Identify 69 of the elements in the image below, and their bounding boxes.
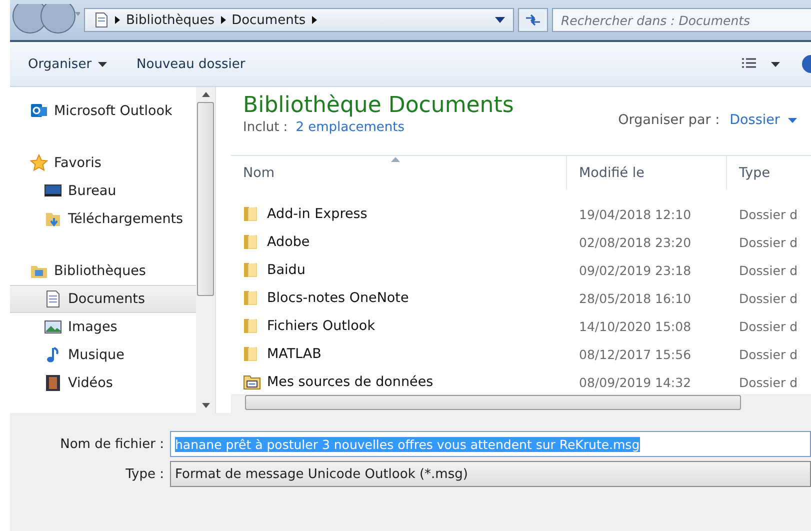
- table-cell-text: Dossier d: [738, 346, 799, 362]
- data-folder-icon: [243, 373, 261, 391]
- table-cell-text: Dossier d: [738, 374, 799, 390]
- file-name[interactable]: MATLAB: [267, 346, 322, 362]
- scroll-down-icon[interactable]: [202, 403, 210, 408]
- sidebar-item[interactable]: Bureau: [10, 177, 196, 205]
- file-name[interactable]: Add-in Express: [267, 206, 368, 222]
- table-cell-text: 08/09/2019 14:32: [578, 374, 692, 390]
- column-header[interactable]: Type: [727, 156, 811, 190]
- chevron-icon: [115, 16, 120, 24]
- scroll-up-icon[interactable]: [202, 92, 210, 97]
- arrange-dropdown[interactable]: Dossier: [730, 112, 811, 128]
- table-cell-text: 08/12/2017 15:56: [578, 346, 692, 362]
- sidebar-item[interactable]: Téléchargements: [10, 205, 196, 233]
- locations-link[interactable]: 2 emplacements: [296, 120, 404, 135]
- chevron-icon: [312, 16, 317, 24]
- file-name[interactable]: Fichiers Outlook: [267, 318, 376, 334]
- table-cell-text: Dossier d: [738, 290, 799, 306]
- file-type-dropdown[interactable]: Format de message Unicode Outlook (*.msg): [170, 461, 811, 487]
- table-cell-text: 28/05/2018 16:10: [578, 290, 692, 306]
- search-field[interactable]: Rechercher dans : Documents: [552, 8, 811, 32]
- sidebar-item[interactable]: Microsoft Outlook: [10, 97, 196, 125]
- document-icon: [44, 290, 62, 308]
- table-cell-text: 19/04/2018 12:10: [578, 206, 692, 222]
- includes-label: Inclut :: [243, 120, 288, 135]
- arrange-label: Organiser par :: [618, 112, 720, 128]
- table-cell-text: 02/08/2018 23:20: [578, 234, 692, 250]
- file-name[interactable]: Baidu: [267, 262, 306, 278]
- star-icon: [30, 154, 48, 172]
- table-cell-text: 14/10/2020 15:08: [578, 318, 692, 334]
- sidebar-item[interactable]: Favoris: [10, 149, 196, 177]
- document-icon: [93, 12, 109, 28]
- caret-icon: [788, 118, 797, 122]
- download-folder-icon: [44, 210, 62, 228]
- file-name-label: Nom de fichier :: [59, 436, 164, 452]
- file-type-label: Type :: [124, 466, 164, 482]
- file-name[interactable]: Adobe: [267, 234, 310, 250]
- address-bar[interactable]: Bibliothèques Documents: [84, 8, 514, 32]
- caret-icon: [771, 62, 780, 66]
- file-name[interactable]: Blocs-notes OneNote: [267, 290, 409, 306]
- table-cell-text: Dossier d: [738, 262, 799, 278]
- scrollbar[interactable]: [231, 394, 811, 413]
- refresh-icon[interactable]: [518, 8, 548, 32]
- sidebar-item[interactable]: Documents: [10, 285, 196, 313]
- sidebar-item[interactable]: Musique: [10, 341, 196, 369]
- column-header[interactable]: Nom: [231, 156, 567, 190]
- outlook-icon: [30, 102, 48, 120]
- help-icon: [802, 54, 811, 74]
- table-cell-text: Dossier d: [738, 234, 799, 250]
- new-folder-button[interactable]: Nouveau dossier: [128, 52, 254, 76]
- chevron-icon: [220, 16, 226, 24]
- image-icon: [44, 318, 62, 336]
- sort-arrow-icon: [391, 157, 400, 162]
- back-forward-icon[interactable]: [10, 4, 80, 36]
- breadcrumb[interactable]: Bibliothèques: [126, 12, 215, 28]
- file-name[interactable]: Mes sources de données: [267, 374, 434, 390]
- organize-menu-button[interactable]: Organiser: [20, 52, 115, 76]
- sidebar-item[interactable]: Images: [10, 313, 196, 341]
- column-header[interactable]: Modifié le: [567, 156, 727, 190]
- table-cell-text: 09/02/2019 23:18: [578, 262, 692, 278]
- dropdown-icon: [495, 17, 505, 23]
- sidebar-item[interactable]: Bibliothèques: [10, 257, 196, 285]
- breadcrumb[interactable]: Documents: [232, 12, 306, 28]
- table-cell-text: Dossier d: [738, 206, 799, 222]
- library-title: Bibliothèque Documents: [243, 93, 514, 118]
- scrollbar[interactable]: [196, 87, 215, 413]
- film-icon: [44, 374, 62, 392]
- sidebar-item[interactable]: Vidéos: [10, 369, 196, 397]
- table-cell-text: Dossier d: [738, 318, 799, 334]
